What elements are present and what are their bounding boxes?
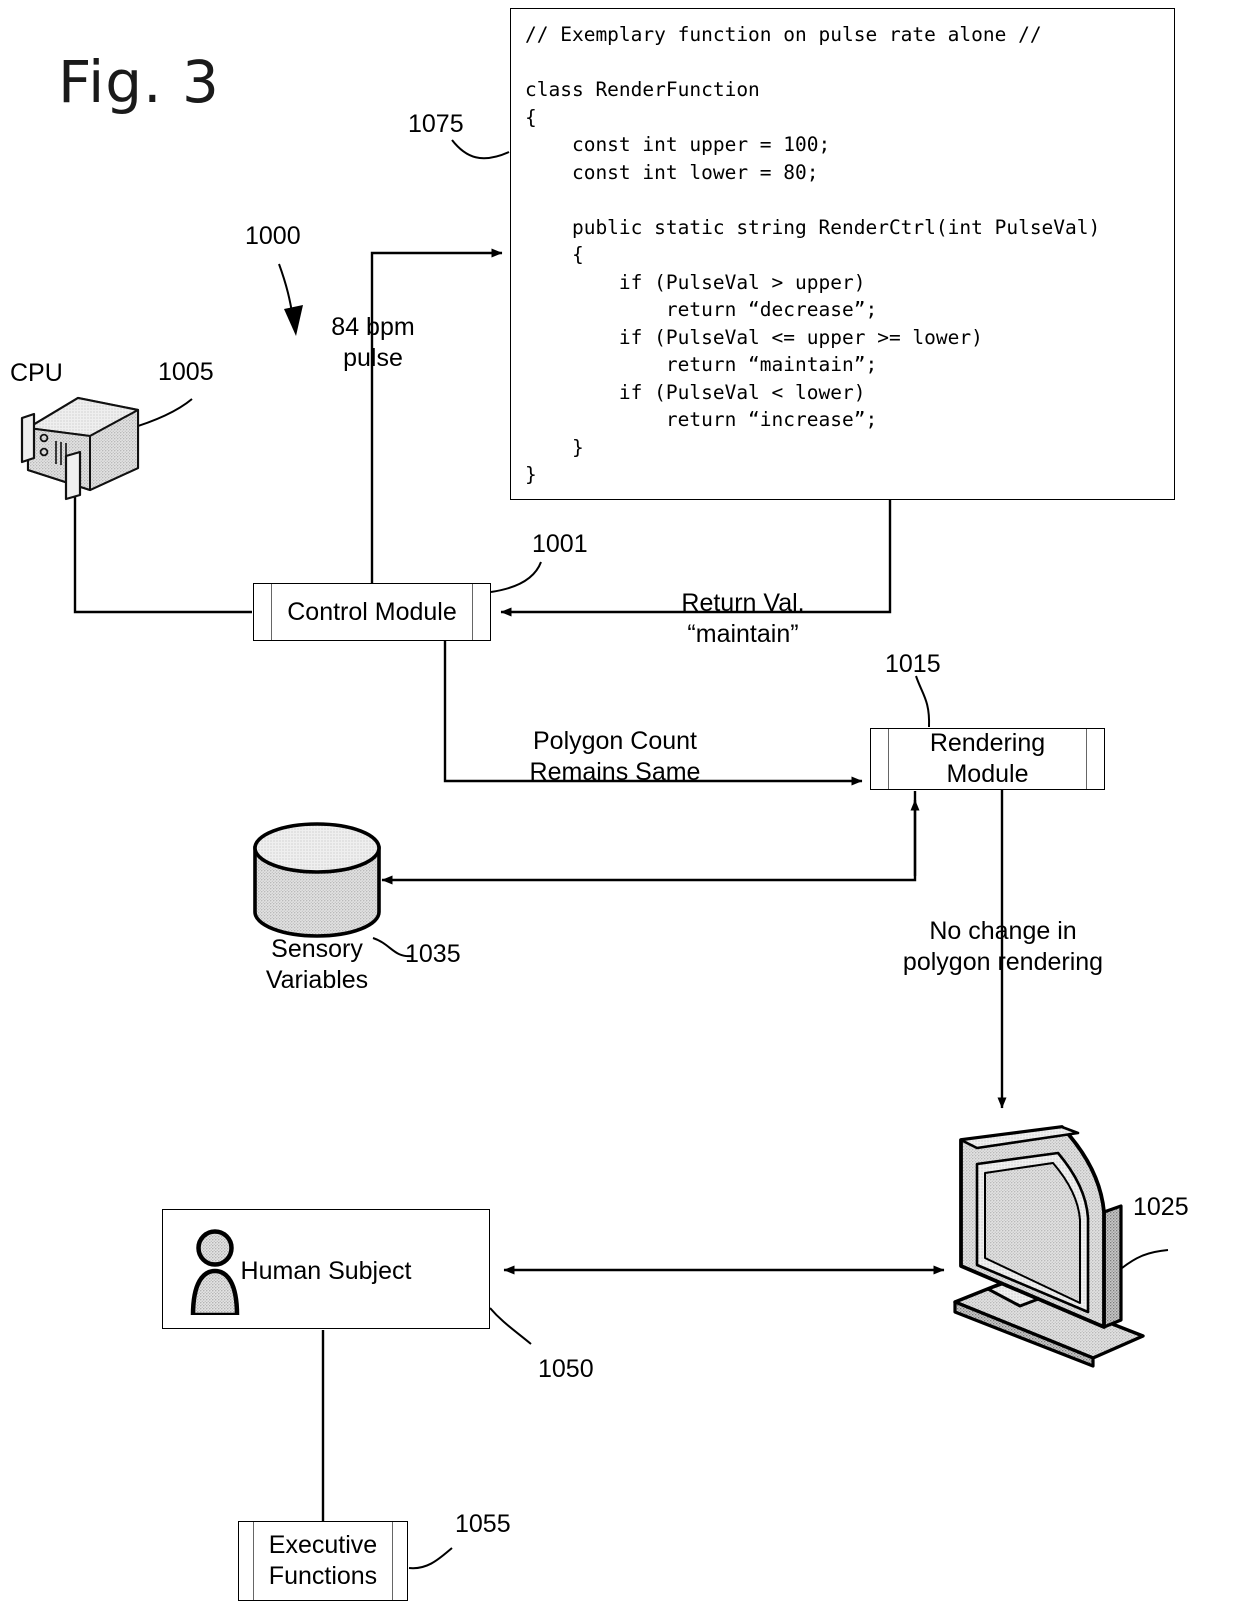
edge-label-pulse: 84 bpm pulse: [331, 313, 415, 372]
edge-label-polygon-count: Polygon Count Remains Same: [529, 727, 701, 786]
monitor-icon-art: [953, 1125, 1145, 1368]
node-human-subject[interactable]: Human Subject: [162, 1209, 490, 1329]
sensory-variables-label: Sensory Variables: [265, 935, 369, 994]
node-rendering-module[interactable]: Rendering Module: [870, 728, 1105, 790]
code-listing-text: // Exemplary function on pulse rate alon…: [525, 23, 1101, 486]
executive-functions-label: Executive Functions: [268, 1531, 378, 1590]
ref-numeral-1025: 1025: [1133, 1193, 1189, 1221]
database-cylinder-icon-art: [253, 822, 381, 938]
component-bar-left: [888, 729, 889, 789]
server-icon-art: [20, 396, 140, 501]
cpu-label: CPU: [10, 359, 63, 387]
human-subject-label: Human Subject: [240, 1257, 412, 1285]
node-executive-functions[interactable]: Executive Functions: [238, 1521, 408, 1601]
ref-numeral-1075: 1075: [408, 110, 464, 138]
node-control-module[interactable]: Control Module: [253, 583, 491, 641]
ref-numeral-1055: 1055: [455, 1510, 511, 1538]
edge-label-no-change: No change in polygon rendering: [902, 917, 1104, 976]
patent-figure-page: Fig. 3 // Exemplary function on pulse ra…: [0, 0, 1240, 1624]
ref-numeral-1005: 1005: [158, 358, 214, 386]
ref-numeral-1050: 1050: [538, 1355, 594, 1383]
figure-label: Fig. 3: [58, 48, 220, 116]
edge-label-return-value: Return Val. “maintain”: [681, 589, 805, 648]
code-listing-panel: // Exemplary function on pulse rate alon…: [510, 8, 1175, 500]
rendering-module-label: Rendering Module: [929, 729, 1046, 788]
component-bar-right: [472, 584, 473, 640]
component-bar-left: [253, 1522, 254, 1600]
component-bar-right: [392, 1522, 393, 1600]
component-bar-left: [271, 584, 272, 640]
ref-numeral-1000: 1000: [245, 222, 301, 250]
ref-numeral-1001: 1001: [532, 530, 588, 558]
component-bar-right: [1086, 729, 1087, 789]
ref-numeral-1015: 1015: [885, 650, 941, 678]
control-module-label: Control Module: [287, 597, 457, 626]
ref-numeral-1035: 1035: [405, 940, 461, 968]
